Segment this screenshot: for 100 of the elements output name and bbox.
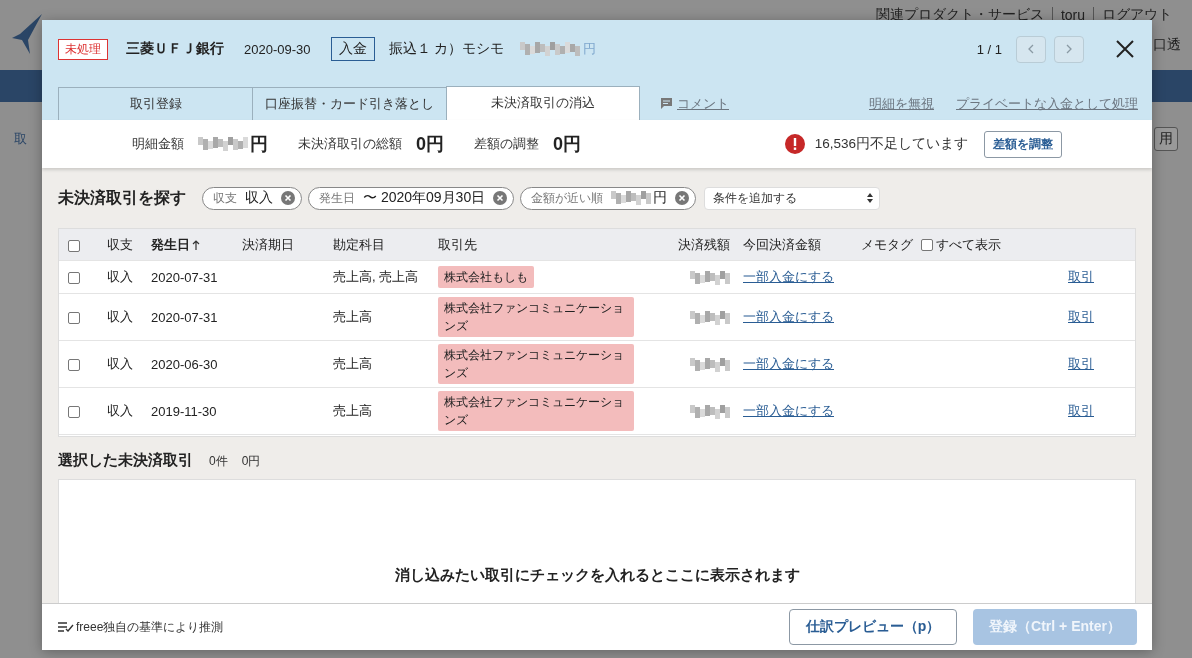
partial-payment-link[interactable]: 一部入金にする bbox=[743, 356, 834, 371]
column-header[interactable]: 今回決済金額 bbox=[743, 236, 821, 252]
action-link[interactable]: プライベートな入金として処理 bbox=[956, 94, 1138, 113]
transaction-link[interactable]: 取引 bbox=[1068, 403, 1094, 418]
column-header[interactable]: 勘定科目 bbox=[333, 236, 385, 252]
chevron-right-icon bbox=[1066, 44, 1072, 54]
tab[interactable]: 未決済取引の消込 bbox=[446, 86, 640, 120]
partial-payment-link[interactable]: 一部入金にする bbox=[743, 309, 834, 324]
column-header[interactable]: 決済残額 bbox=[678, 236, 730, 252]
empty-message: 消し込みたい取引にチェックを入れるとここに表示されます bbox=[394, 566, 800, 585]
partial-payment-link[interactable]: 一部入金にする bbox=[743, 269, 834, 284]
summary-value: 0円 bbox=[416, 133, 444, 156]
partner-tag: 株式会社ファンコミュニケーションズ bbox=[438, 344, 634, 384]
table-cell: 収入 bbox=[107, 403, 133, 418]
table-cell: 2020-07-31 bbox=[151, 269, 218, 285]
transaction-description: 振込１ カ）モシモ bbox=[388, 40, 505, 58]
summary-label: 差額の調整 bbox=[474, 135, 539, 153]
transaction-link[interactable]: 取引 bbox=[1068, 269, 1094, 284]
checkbox[interactable] bbox=[68, 359, 80, 372]
selected-amount: 0円 bbox=[241, 453, 261, 470]
journal-preview-button[interactable]: 仕訳プレビュー（p） bbox=[789, 609, 957, 645]
filter-chip[interactable]: 発生日 〜 2020年09月30日 bbox=[308, 186, 515, 210]
column-header[interactable]: 収支 bbox=[107, 236, 133, 252]
filter-label: 金額が近い順 bbox=[531, 189, 604, 207]
filter-chip[interactable]: 金額が近い順 円 bbox=[520, 186, 697, 210]
section-title: 選択した未決済取引 bbox=[58, 451, 193, 470]
currency-unit: 円 bbox=[250, 133, 268, 156]
table-cell: 2020-07-31 bbox=[151, 309, 218, 325]
pixelated-amount bbox=[690, 404, 730, 419]
partner-tag: 株式会社ファンコミュニケーションズ bbox=[438, 297, 634, 337]
transaction-link[interactable]: 取引 bbox=[1068, 356, 1094, 371]
currency-unit: 円 bbox=[583, 40, 597, 58]
filter-value: 収入 bbox=[245, 189, 273, 207]
selected-count: 0件 bbox=[209, 453, 228, 470]
column-header[interactable]: メモタグ bbox=[861, 235, 913, 254]
partial-payment-link[interactable]: 一部入金にする bbox=[743, 403, 834, 418]
clear-icon[interactable] bbox=[493, 191, 508, 205]
column-header[interactable]: 決済期日 bbox=[242, 236, 294, 252]
pixelated-amount bbox=[611, 191, 654, 205]
filter-label: 収支 bbox=[213, 189, 237, 207]
clear-icon[interactable] bbox=[675, 191, 690, 205]
summary-label: 未決済取引の総額 bbox=[298, 135, 402, 153]
filter-label: 発生日 bbox=[319, 189, 355, 207]
column-header[interactable]: 取引先 bbox=[438, 236, 477, 252]
adjust-difference-button[interactable]: 差額を調整 bbox=[984, 130, 1062, 158]
table-cell: 2020-06-30 bbox=[151, 356, 218, 372]
estimation-note: freee独自の基準により推測 bbox=[76, 618, 224, 636]
partner-tag: 株式会社ファンコミュニケーションズ bbox=[438, 391, 634, 431]
close-icon[interactable] bbox=[1114, 38, 1136, 60]
filter-chip[interactable]: 収支 収入 bbox=[202, 186, 302, 210]
warning-icon bbox=[784, 134, 805, 154]
checkbox[interactable] bbox=[921, 238, 933, 251]
pager-count: 1 / 1 bbox=[976, 41, 1002, 57]
checkbox-label: すべて表示 bbox=[936, 235, 1001, 254]
checkbox[interactable] bbox=[68, 239, 80, 252]
table-cell: 売上高, 売上高 bbox=[333, 269, 419, 284]
chevron-left-icon bbox=[1028, 44, 1034, 54]
status-badge: 未処理 bbox=[58, 38, 108, 60]
table-cell: 売上高 bbox=[333, 356, 372, 371]
checkbox[interactable] bbox=[68, 406, 80, 419]
table-cell: 収入 bbox=[107, 269, 133, 284]
table-cell: 売上高 bbox=[333, 309, 372, 324]
checkbox[interactable] bbox=[68, 272, 80, 285]
section-title: 未決済取引を探す bbox=[58, 187, 186, 208]
dropdown-arrows-icon bbox=[867, 193, 874, 203]
pixelated-amount bbox=[690, 310, 730, 325]
pixelated-amount bbox=[690, 357, 730, 372]
page-text: 取 bbox=[14, 130, 27, 148]
transaction-date: 2020-09-30 bbox=[244, 41, 311, 57]
column-header[interactable]: 発生日 bbox=[151, 235, 200, 254]
table-cell: 売上高 bbox=[333, 403, 372, 418]
pixelated-amount bbox=[198, 137, 250, 151]
tab[interactable]: 取引登録 bbox=[58, 87, 253, 120]
table-cell: 2019-11-30 bbox=[151, 403, 217, 419]
currency-unit: 円 bbox=[653, 189, 668, 207]
direction-tag: 入金 bbox=[330, 37, 375, 61]
page-button[interactable]: 用 bbox=[1154, 127, 1178, 151]
summary-label: 明細金額 bbox=[132, 135, 184, 153]
shortage-message: 16,536円不足しています bbox=[814, 135, 968, 153]
partner-tag: 株式会社もしも bbox=[438, 266, 534, 288]
pixelated-amount bbox=[690, 270, 730, 285]
sort-arrow-icon bbox=[192, 239, 200, 250]
action-link[interactable]: 明細を無視 bbox=[869, 94, 934, 113]
bird-logo-icon bbox=[12, 14, 44, 56]
comment-icon bbox=[661, 98, 672, 109]
checkbox[interactable] bbox=[68, 312, 80, 325]
table-cell: 収入 bbox=[107, 356, 133, 371]
summary-value: 0円 bbox=[553, 133, 582, 156]
bank-name: 三菱ＵＦＪ銀行 bbox=[126, 40, 224, 58]
add-condition-dropdown[interactable]: 条件を追加する bbox=[704, 186, 881, 210]
comment-link[interactable]: コメント bbox=[677, 94, 729, 113]
header-link[interactable]: ログアウト bbox=[1102, 6, 1172, 24]
filter-value: 〜 2020年09月30日 bbox=[363, 189, 486, 207]
header-text: 口透 bbox=[1153, 36, 1181, 54]
clear-icon[interactable] bbox=[281, 191, 295, 205]
header-link[interactable]: toru bbox=[1060, 7, 1085, 23]
transaction-link[interactable]: 取引 bbox=[1068, 309, 1094, 324]
table-cell: 収入 bbox=[107, 309, 133, 324]
pixelated-amount bbox=[520, 42, 583, 56]
list-check-icon bbox=[58, 622, 74, 632]
